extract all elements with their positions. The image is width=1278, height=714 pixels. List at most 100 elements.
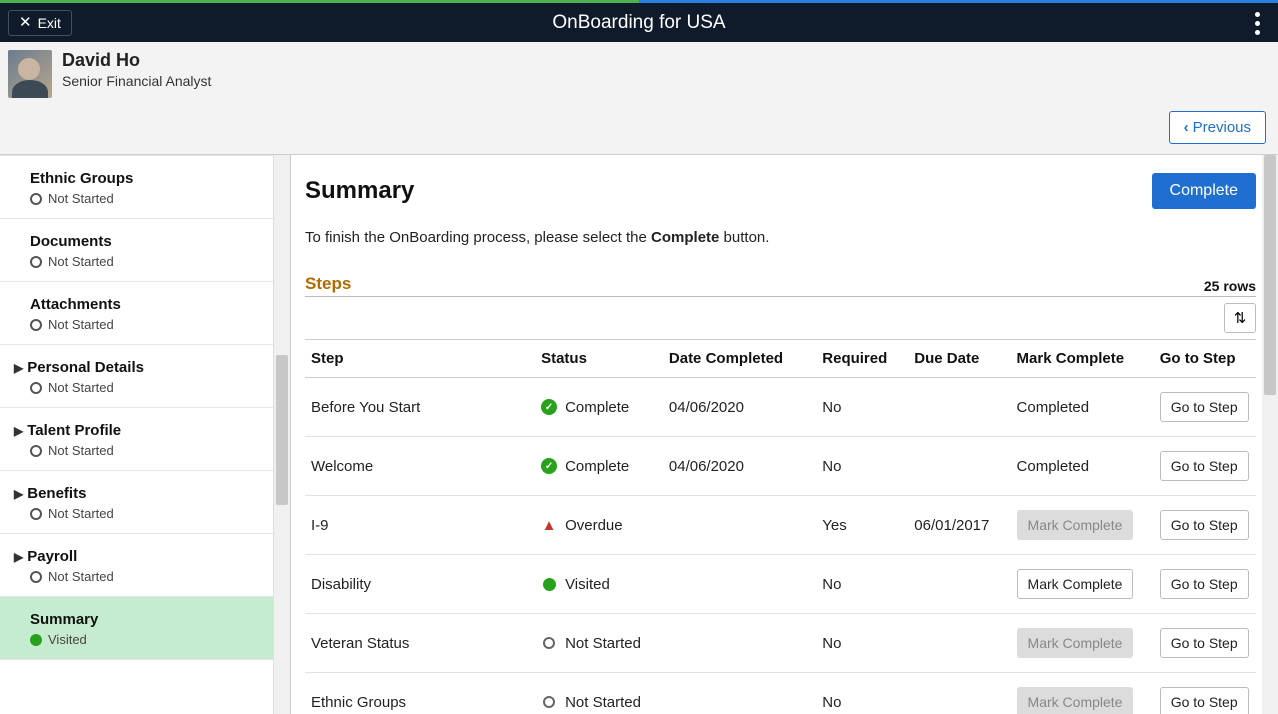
sidebar-item-summary[interactable]: Summary Visited [0,597,273,660]
cell-go-to-step: Go to Step [1154,378,1256,437]
col-date-completed[interactable]: Date Completed [663,340,816,378]
exit-button[interactable]: ✕ Exit [8,10,72,36]
cell-mark-complete: Mark Complete [1011,614,1154,673]
sidebar-item-title: ▶Payroll [30,548,263,565]
cell-status: ✓Complete [535,378,663,437]
sidebar-item-label: Documents [30,233,112,250]
cell-status: Not Started [535,614,663,673]
steps-header: Steps 25 rows [305,274,1256,297]
caret-right-icon: ▶ [14,487,23,501]
not-started-ring-icon [30,319,42,331]
cell-step: Ethnic Groups [305,673,535,714]
main-scroll-thumb[interactable] [1264,155,1276,395]
cell-required: No [816,673,908,714]
cell-step: I-9 [305,496,535,555]
cell-status: Not Started [535,673,663,714]
not-started-ring-icon [30,193,42,205]
more-menu-button[interactable] [1247,3,1268,43]
body-region: Ethnic GroupsNot StartedDocumentsNot Sta… [0,155,1278,714]
visited-dot-icon [30,634,42,646]
complete-button[interactable]: Complete [1152,173,1256,209]
go-to-step-button[interactable]: Go to Step [1160,510,1249,540]
not-started-ring-icon [30,571,42,583]
sidebar-item-status-text: Not Started [48,569,114,584]
instruction-suffix: button. [719,229,769,246]
table-row: Ethnic GroupsNot StartedNoMark CompleteG… [305,673,1256,714]
sidebar-item-personal-details[interactable]: ▶Personal DetailsNot Started [0,345,273,408]
sidebar-item-label: Summary [30,611,98,628]
col-due-date[interactable]: Due Date [908,340,1010,378]
sidebar-item-title: Attachments [30,296,263,313]
col-step[interactable]: Step [305,340,535,378]
sidebar-item-title: ▶Talent Profile [30,422,263,439]
not-started-ring-icon [30,445,42,457]
col-go-to-step[interactable]: Go to Step [1154,340,1256,378]
status-text: Not Started [565,635,641,652]
previous-button[interactable]: ‹ Previous [1169,111,1266,144]
cell-go-to-step: Go to Step [1154,437,1256,496]
cell-required: No [816,555,908,614]
main-title: Summary [305,177,414,205]
cell-required: No [816,378,908,437]
cell-go-to-step: Go to Step [1154,614,1256,673]
sidebar-item-benefits[interactable]: ▶BenefitsNot Started [0,471,273,534]
person-role: Senior Financial Analyst [62,73,211,89]
steps-label: Steps [305,274,351,294]
check-circle-icon: ✓ [541,458,557,474]
col-status[interactable]: Status [535,340,663,378]
sidebar-item-title: Documents [30,233,263,250]
go-to-step-button[interactable]: Go to Step [1160,451,1249,481]
sidebar-item-title: Summary [30,611,263,628]
table-row: Welcome✓Complete04/06/2020NoCompletedGo … [305,437,1256,496]
main-scrollbar[interactable] [1262,155,1278,714]
not-started-ring-icon [543,696,555,708]
completed-text: Completed [1017,458,1090,475]
cell-go-to-step: Go to Step [1154,555,1256,614]
cell-status: ✓Complete [535,437,663,496]
main-panel: Summary Complete To finish the OnBoardin… [290,155,1278,714]
sidebar-item-status-text: Visited [48,632,87,647]
go-to-step-button[interactable]: Go to Step [1160,392,1249,422]
not-started-ring-icon [543,637,555,649]
col-required[interactable]: Required [816,340,908,378]
visited-dot-icon [543,578,556,591]
cell-go-to-step: Go to Step [1154,496,1256,555]
sort-button[interactable]: ⇅ [1224,303,1256,333]
sidebar-scrollbar[interactable] [274,155,290,714]
cell-date-completed [663,673,816,714]
sidebar-item-documents[interactable]: DocumentsNot Started [0,219,273,282]
top-bar: ✕ Exit OnBoarding for USA [0,0,1278,42]
status-text: Overdue [565,517,623,534]
status-text: Not Started [565,694,641,711]
cell-step: Welcome [305,437,535,496]
mark-complete-button[interactable]: Mark Complete [1017,569,1134,599]
go-to-step-button[interactable]: Go to Step [1160,569,1249,599]
sidebar-item-status-text: Not Started [48,380,114,395]
sidebar-wrap: Ethnic GroupsNot StartedDocumentsNot Sta… [0,155,290,714]
sidebar-item-talent-profile[interactable]: ▶Talent Profile Not Started [0,408,273,471]
avatar [8,50,52,98]
sidebar-item-ethnic-groups[interactable]: Ethnic GroupsNot Started [0,155,273,219]
sidebar-item-attachments[interactable]: AttachmentsNot Started [0,282,273,345]
rows-count: 25 rows [1204,278,1256,294]
sidebar-item-status-text: Not Started [48,443,114,458]
cell-mark-complete: Completed [1011,378,1154,437]
sidebar-scroll-thumb[interactable] [276,355,288,505]
sidebar-item-payroll[interactable]: ▶Payroll Not Started [0,534,273,597]
cell-due-date [908,437,1010,496]
go-to-step-button[interactable]: Go to Step [1160,687,1249,714]
kebab-dot-icon [1255,21,1260,26]
sidebar[interactable]: Ethnic GroupsNot StartedDocumentsNot Sta… [0,155,274,714]
cell-step: Before You Start [305,378,535,437]
close-icon: ✕ [19,15,32,30]
cell-required: Yes [816,496,908,555]
cell-status: Visited [535,555,663,614]
go-to-step-button[interactable]: Go to Step [1160,628,1249,658]
page-title: OnBoarding for USA [552,12,725,34]
table-row: I-9▲OverdueYes06/01/2017Mark CompleteGo … [305,496,1256,555]
sidebar-item-label: Ethnic Groups [30,170,133,187]
steps-table: Step Status Date Completed Required Due … [305,340,1256,714]
sort-icon: ⇅ [1234,309,1247,327]
col-mark-complete[interactable]: Mark Complete [1011,340,1154,378]
not-started-ring-icon [30,382,42,394]
